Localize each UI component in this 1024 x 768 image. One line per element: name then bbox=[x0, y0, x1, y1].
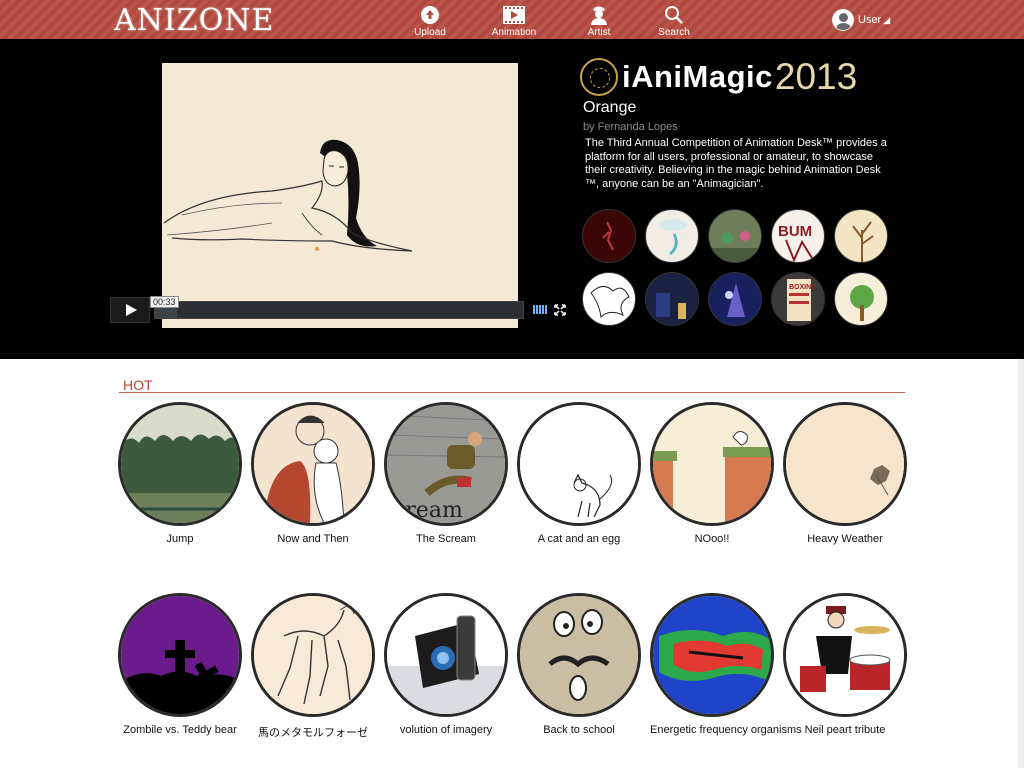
animation-thumbnail bbox=[384, 593, 508, 717]
animation-thumbnail bbox=[118, 402, 242, 526]
animation-title: The Scream bbox=[416, 533, 476, 545]
svg-text:BOXING: BOXING bbox=[789, 284, 817, 291]
svg-text:BUM: BUM bbox=[778, 223, 812, 240]
nav-animation-label: Animation bbox=[491, 27, 537, 38]
contest-title: iAniMagic bbox=[622, 59, 773, 94]
video-frame-drawing bbox=[162, 63, 518, 328]
animation-title: Neil peart tribute bbox=[804, 724, 886, 736]
avatar-icon bbox=[832, 9, 854, 31]
animation-card-neil-peart-tribute[interactable]: Neil peart tribute bbox=[783, 593, 907, 736]
nav-upload[interactable]: Upload bbox=[395, 4, 465, 38]
animation-card-jump[interactable]: Jump bbox=[118, 402, 242, 545]
animation-thumbnail bbox=[650, 593, 774, 717]
featured-section: 00:33 iAniMagic 2013 Orange by Fernanda … bbox=[0, 39, 1024, 359]
animation-title: Jump bbox=[166, 533, 194, 545]
animation-title: A cat and an egg bbox=[537, 533, 621, 545]
animation-title: Back to school bbox=[543, 724, 615, 736]
animation-card-zombile-vs-teddy-bear[interactable]: Zombile vs. Teddy bear bbox=[118, 593, 242, 736]
film-icon bbox=[503, 6, 525, 24]
nav-search[interactable]: Search bbox=[639, 4, 709, 38]
animation-thumbnail bbox=[783, 593, 907, 717]
featured-thumbnail[interactable] bbox=[582, 272, 636, 326]
featured-thumbnail[interactable] bbox=[645, 272, 699, 326]
animation-thumbnail bbox=[650, 402, 774, 526]
top-navigation-bar: ANIZONE Upload Animation Artist Search U… bbox=[0, 0, 1024, 39]
animation-card-heavy-weather[interactable]: Heavy Weather bbox=[783, 402, 907, 545]
animation-thumbnail bbox=[118, 593, 242, 717]
nav-search-label: Search bbox=[658, 27, 690, 38]
nav-artist-label: Artist bbox=[587, 27, 611, 38]
animation-title: Now and Then bbox=[277, 533, 349, 545]
animation-title: Heavy Weather bbox=[807, 533, 883, 545]
page-scrollbar[interactable] bbox=[1018, 359, 1024, 768]
animation-card-energetic-frequency-organisms[interactable]: Energetic frequency organisms bbox=[650, 593, 802, 736]
search-icon bbox=[665, 6, 683, 24]
scream-text: cream bbox=[393, 498, 463, 523]
animation-title: 馬のメタモルフォーゼ bbox=[258, 727, 368, 739]
featured-thumbnail[interactable] bbox=[834, 272, 888, 326]
artist-icon bbox=[591, 6, 607, 25]
featured-film-author[interactable]: by Fernanda Lopes bbox=[583, 121, 678, 133]
video-time-tooltip: 00:33 bbox=[150, 296, 179, 308]
play-button[interactable] bbox=[110, 297, 150, 323]
animation-card-volution-of-imagery[interactable]: volution of imagery bbox=[384, 593, 508, 736]
animation-thumbnail bbox=[251, 402, 375, 526]
user-menu[interactable]: User ◢ bbox=[832, 9, 890, 31]
animation-title: NOoo!! bbox=[694, 533, 730, 545]
animation-card-back-to-school[interactable]: Back to school bbox=[517, 593, 641, 736]
nav-artist[interactable]: Artist bbox=[564, 4, 634, 38]
video-progress-bar[interactable] bbox=[154, 301, 524, 319]
animation-card-horse-metamorphosis[interactable]: 馬のメタモルフォーゼ bbox=[251, 593, 375, 740]
animation-title: Zombile vs. Teddy bear bbox=[123, 724, 237, 736]
animation-title: Energetic frequency organisms bbox=[650, 724, 802, 736]
animation-thumbnail bbox=[783, 402, 907, 526]
featured-thumbnail[interactable] bbox=[708, 272, 762, 326]
animation-card-nooo[interactable]: NOoo!! bbox=[650, 402, 774, 545]
animation-title: volution of imagery bbox=[399, 724, 493, 736]
animation-thumbnail: cream bbox=[384, 402, 508, 526]
user-label: User bbox=[858, 14, 882, 26]
hot-section-title: HOT bbox=[123, 377, 153, 393]
featured-thumbnail[interactable]: BUM bbox=[771, 209, 825, 263]
nav-animation[interactable]: Animation bbox=[479, 4, 549, 38]
featured-thumbnail[interactable] bbox=[834, 209, 888, 263]
featured-film-title: Orange bbox=[583, 99, 637, 116]
animation-card-now-and-then[interactable]: Now and Then bbox=[251, 402, 375, 545]
contest-emblem-icon bbox=[580, 58, 618, 96]
animation-thumbnail bbox=[517, 402, 641, 526]
contest-year: 2013 bbox=[774, 56, 858, 97]
video-player[interactable] bbox=[162, 63, 518, 328]
animation-thumbnail bbox=[251, 593, 375, 717]
featured-thumbnail[interactable] bbox=[645, 209, 699, 263]
site-logo[interactable]: ANIZONE bbox=[114, 3, 274, 38]
upload-icon bbox=[421, 6, 439, 24]
animation-card-the-scream[interactable]: cream The Scream bbox=[384, 402, 508, 545]
contest-description: The Third Annual Competition of Animatio… bbox=[585, 137, 887, 190]
featured-thumbnail[interactable]: BOXING bbox=[771, 272, 825, 326]
featured-thumbnail[interactable] bbox=[582, 209, 636, 263]
fullscreen-icon[interactable] bbox=[554, 304, 566, 316]
caret-down-icon: ◢ bbox=[883, 14, 891, 25]
contest-banner: iAniMagic 2013 bbox=[580, 55, 857, 99]
animation-card-a-cat-and-an-egg[interactable]: A cat and an egg bbox=[517, 402, 641, 545]
nav-upload-label: Upload bbox=[414, 27, 446, 38]
hot-section-divider bbox=[119, 392, 905, 393]
animation-thumbnail bbox=[517, 593, 641, 717]
video-controls bbox=[110, 297, 570, 323]
volume-icon[interactable] bbox=[533, 305, 547, 314]
featured-thumbnail[interactable] bbox=[708, 209, 762, 263]
